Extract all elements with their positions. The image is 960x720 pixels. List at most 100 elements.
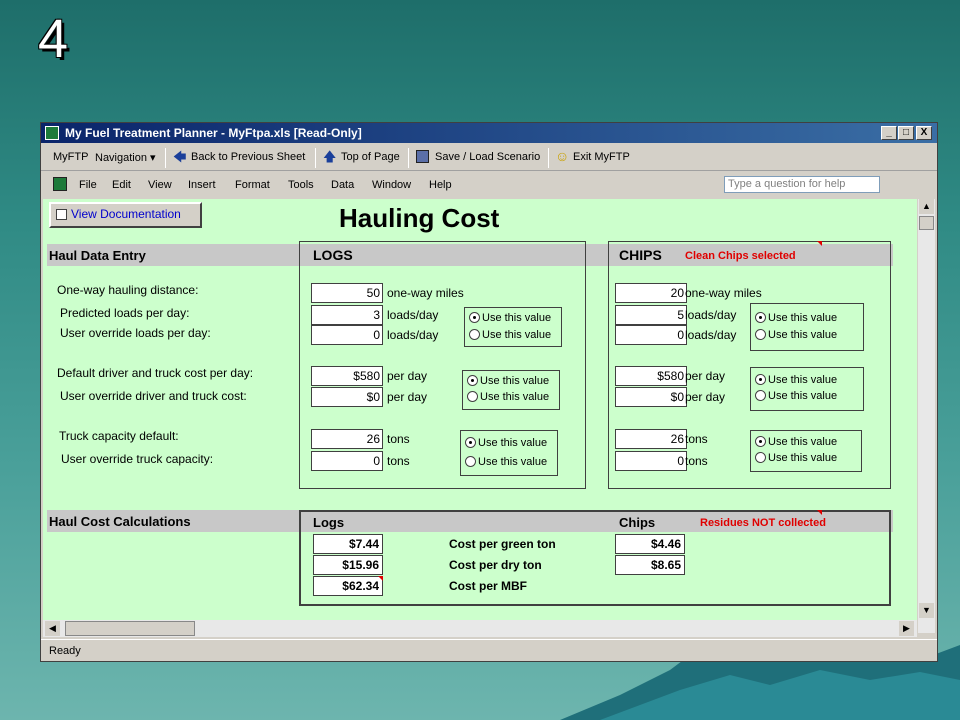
logs-cost-cell[interactable]: $580 [311,366,383,386]
scroll-thumb[interactable] [65,621,195,636]
radio-label: Use this value [768,390,838,402]
logs-loads-radio-override[interactable]: Use this value [469,329,551,341]
excel-icon [45,126,59,140]
chips-loads-radio-default[interactable]: Use this value [755,312,837,324]
up-arrow-icon: 🡅 [323,149,337,164]
menu-insert[interactable]: Insert [188,179,216,191]
chips-cost-unit: per day [685,390,726,404]
radio-empty-icon [469,329,480,340]
workbook-icon [53,177,67,191]
menu-help[interactable]: Help [429,179,452,191]
worksheet: View Documentation Hauling Cost Haul Dat… [43,199,917,633]
menu-file[interactable]: File [79,179,97,191]
radio-selected-icon [755,374,766,385]
scroll-left-icon[interactable]: ◀ [45,621,60,636]
logs-distance-cell[interactable]: 50 [311,283,383,303]
scroll-up-icon[interactable]: ▲ [919,199,934,214]
toolbar-separator [408,148,409,168]
scroll-thumb[interactable] [919,216,934,230]
logs-loads-radio-default[interactable]: Use this value [469,312,551,324]
logs-override-cost-cell[interactable]: $0 [311,387,383,407]
help-question-input[interactable]: Type a question for help [724,176,880,193]
vertical-scrollbar[interactable]: ▲ ▼ [918,199,935,633]
logs-cost-radio-default[interactable]: Use this value [467,375,549,387]
top-of-page-button[interactable]: Top of Page [341,151,400,163]
radio-label: Use this value [768,329,838,341]
logs-cost-unit: per day [387,390,428,404]
menu-view[interactable]: View [148,179,172,191]
menu-tools[interactable]: Tools [288,179,314,191]
radio-label: Use this value [768,312,838,324]
calc-logs-green-ton: $7.44 [313,534,383,554]
chips-override-cost-cell[interactable]: $0 [615,387,687,407]
minimize-button[interactable]: _ [881,126,897,140]
navigation-menu[interactable]: Navigation ▾ [95,151,156,164]
chips-cost-radio-default[interactable]: Use this value [755,374,837,386]
radio-empty-icon [467,391,478,402]
calc-chips-heading: Chips [619,515,656,530]
calc-chips-dry-ton: $8.65 [615,555,685,575]
logs-override-capacity-cell[interactable]: 0 [311,451,383,471]
comment-indicator [378,576,383,581]
haul-cost-calculations-label: Haul Cost Calculations [49,514,191,529]
chips-override-capacity-cell[interactable]: 0 [615,451,687,471]
toolbar-separator [165,148,166,168]
chips-capacity-radio-override[interactable]: Use this value [755,452,837,464]
chips-capacity-cell[interactable]: 26 [615,429,687,449]
calc-logs-mbf: $62.34 [313,576,383,596]
title-bar[interactable]: My Fuel Treatment Planner - MyFtpa.xls [… [41,123,937,143]
radio-label: Use this value [768,374,838,386]
exit-myftp-button[interactable]: Exit MyFTP [573,151,630,163]
chips-capacity-radio-default[interactable]: Use this value [755,436,837,448]
radio-label: Use this value [478,437,548,449]
menu-edit[interactable]: Edit [112,179,131,191]
view-documentation-button[interactable]: View Documentation [49,202,202,228]
calc-chips-green-ton: $4.46 [615,534,685,554]
chips-heading: CHIPS [619,247,662,263]
radio-empty-icon [755,452,766,463]
menu-window[interactable]: Window [372,179,411,191]
close-button[interactable]: X [916,126,932,140]
save-load-scenario-button[interactable]: Save / Load Scenario [435,151,540,163]
chips-capacity-unit: tons [685,432,708,446]
page-title: Hauling Cost [339,203,500,233]
chips-predicted-loads-cell[interactable]: 5 [615,305,687,325]
default-cost-label: Default driver and truck cost per day: [57,366,254,380]
chips-distance-cell[interactable]: 20 [615,283,687,303]
logs-heading: LOGS [313,247,353,263]
radio-label: Use this value [482,329,552,341]
radio-empty-icon [465,456,476,467]
horizontal-scrollbar[interactable]: ◀ ▶ [43,620,917,637]
logs-capacity-unit: tons [387,432,410,446]
logs-cost-radio-override[interactable]: Use this value [467,391,549,403]
view-documentation-label: View Documentation [71,207,181,221]
scroll-right-icon[interactable]: ▶ [899,621,914,636]
chips-capacity-unit: tons [685,454,708,468]
checkbox-icon [56,209,67,220]
logs-capacity-radio-override[interactable]: Use this value [465,456,547,468]
logs-override-loads-cell[interactable]: 0 [311,325,383,345]
menu-format[interactable]: Format [235,179,270,191]
chips-cost-radio-override[interactable]: Use this value [755,390,837,402]
chips-cost-radio-group: Use this value Use this value [750,367,864,411]
capacity-default-label: Truck capacity default: [59,429,179,443]
chips-loads-unit: loads/day [685,308,737,322]
logs-predicted-loads-cell[interactable]: 3 [311,305,383,325]
logs-capacity-radio-default[interactable]: Use this value [465,437,547,449]
menu-bar: File Edit View Insert Format Tools Data … [41,173,937,197]
radio-selected-icon [755,436,766,447]
radio-label: Use this value [480,375,550,387]
maximize-button[interactable]: □ [898,126,914,140]
status-text: Ready [49,645,81,657]
logs-capacity-cell[interactable]: 26 [311,429,383,449]
logs-capacity-radio-group: Use this value Use this value [460,430,558,476]
menu-data[interactable]: Data [331,179,354,191]
back-to-previous-sheet-button[interactable]: Back to Previous Sheet [191,151,305,163]
chips-override-loads-cell[interactable]: 0 [615,325,687,345]
scroll-down-icon[interactable]: ▼ [919,603,934,618]
chips-loads-radio-override[interactable]: Use this value [755,329,837,341]
logs-capacity-unit: tons [387,454,410,468]
chips-cost-cell[interactable]: $580 [615,366,687,386]
excel-window: My Fuel Treatment Planner - MyFtpa.xls [… [40,122,938,662]
clean-chips-note: Clean Chips selected [685,250,796,262]
